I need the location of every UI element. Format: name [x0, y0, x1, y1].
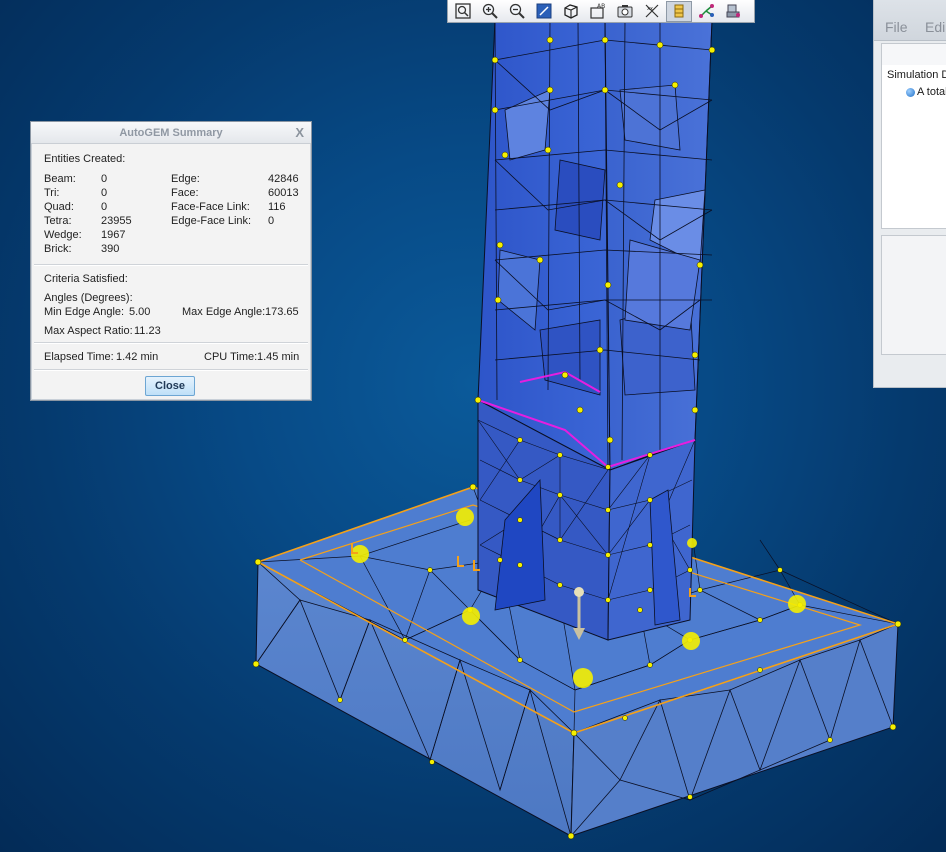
divider: [34, 264, 308, 266]
refit-button[interactable]: [450, 1, 476, 22]
close-button[interactable]: Close: [145, 376, 195, 396]
dialog-title: AutoGEM Summary: [119, 127, 223, 139]
close-icon[interactable]: X: [295, 125, 304, 140]
divider: [34, 342, 308, 344]
entity-value: 23955: [101, 215, 132, 227]
entities-header: Entities Created:: [44, 153, 126, 165]
entity-value: 0: [101, 201, 108, 213]
repaint-icon: [536, 3, 552, 19]
entity-value: 42846: [268, 173, 299, 185]
panel-detail-box: [881, 235, 946, 355]
simulation-diagnostics-box: Simulation Di A total: [881, 65, 946, 229]
entity-value: 1967: [101, 229, 126, 241]
min-edge-angle-value: 5.00: [129, 306, 151, 318]
entity-value: 116: [268, 201, 286, 213]
max-aspect-ratio-label: Max Aspect Ratio:: [44, 325, 133, 337]
max-aspect-ratio-value: 11.23: [134, 325, 161, 337]
info-icon: [906, 87, 915, 97]
repaint-button[interactable]: [531, 1, 557, 22]
entity-label: Edge:: [171, 173, 200, 185]
refit-icon: [455, 3, 471, 19]
entity-label: Quad:: [44, 201, 74, 213]
zoom-in-icon: [482, 3, 498, 19]
zoom-in-button[interactable]: [477, 1, 503, 22]
saved-views-button[interactable]: [558, 1, 584, 22]
divider: [34, 369, 308, 371]
menu-file[interactable]: File: [885, 19, 908, 35]
simulation-display-button[interactable]: [693, 1, 719, 22]
entity-label: Wedge:: [44, 229, 82, 241]
annotation-display-button[interactable]: [720, 1, 746, 22]
entity-value: 0: [101, 187, 108, 199]
diagnostics-message[interactable]: A total: [906, 86, 946, 98]
entity-label: Edge-Face Link:: [171, 215, 252, 227]
mesh-display-button[interactable]: [666, 0, 692, 22]
named-views-icon: AB: [590, 3, 605, 19]
entity-label: Brick:: [44, 243, 72, 255]
max-edge-angle-label: Max Edge Angle:: [182, 306, 266, 318]
annotation-display-icon: [726, 4, 740, 18]
cpu-time-label: CPU Time:: [204, 351, 258, 363]
entity-label: Tetra:: [44, 215, 72, 227]
snapshot-button[interactable]: [612, 1, 638, 22]
panel-tab-strip: [881, 43, 946, 67]
simulation-display-icon: [699, 4, 714, 18]
min-edge-angle-label: Min Edge Angle:: [44, 306, 125, 318]
mesh-display-icon: [674, 4, 684, 18]
datum-display-button[interactable]: xx: [639, 1, 665, 22]
entity-value: 60013: [268, 187, 299, 199]
zoom-out-icon: [509, 3, 525, 19]
simulation-diagnostics-title: Simulation Di: [887, 69, 946, 81]
datum-display-icon: xx: [645, 4, 659, 18]
entity-label: Face-Face Link:: [171, 201, 250, 213]
svg-text:AB: AB: [597, 3, 605, 10]
entity-value: 0: [268, 215, 275, 227]
panel-menubar: File Edi: [874, 0, 946, 41]
elapsed-time-value: 1.42 min: [116, 351, 159, 363]
simulation-panel: File Edi Simulation Di A total: [873, 0, 946, 388]
zoom-out-button[interactable]: [504, 1, 530, 22]
max-edge-angle-value: 173.65: [265, 306, 299, 318]
cpu-time-value: 1.45 min: [257, 351, 300, 363]
autogem-summary-dialog: AutoGEM Summary X Entities Created: Beam…: [30, 121, 312, 401]
named-views-button[interactable]: AB: [585, 1, 611, 22]
entity-label: Beam:: [44, 173, 76, 185]
diagnostics-message-text: A total: [917, 86, 946, 98]
criteria-header: Criteria Satisfied:: [44, 273, 128, 285]
angles-header: Angles (Degrees):: [44, 292, 133, 304]
saved-views-icon: [564, 4, 578, 19]
entity-label: Face:: [171, 187, 199, 199]
entity-value: 0: [101, 173, 108, 185]
elapsed-time-label: Elapsed Time:: [44, 351, 114, 363]
menu-edit[interactable]: Edi: [925, 19, 945, 35]
snapshot-icon: [617, 5, 633, 18]
svg-text:xx: xx: [647, 6, 653, 12]
view-toolbar: AB xx: [447, 0, 755, 23]
entity-value: 390: [101, 243, 120, 255]
column: [477, 19, 713, 641]
entity-label: Tri:: [44, 187, 60, 199]
dialog-titlebar[interactable]: AutoGEM Summary X: [31, 122, 311, 144]
